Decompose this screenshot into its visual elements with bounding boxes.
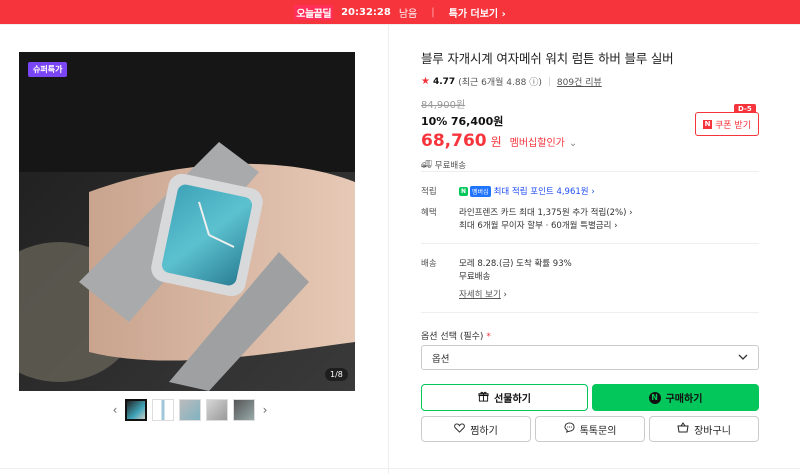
chevron-down-icon [738, 352, 748, 363]
divider [421, 243, 759, 244]
star-icon: ★ [421, 76, 430, 87]
thumbnail[interactable] [152, 399, 174, 421]
info-icon[interactable]: ⓘ) [529, 75, 542, 88]
delivery-label: 배송 [421, 259, 437, 269]
wishlist-label: 찜하기 [470, 425, 498, 437]
shipping-row: 🚚︎ 무료배송 [421, 159, 761, 171]
option-label-text: 옵션 선택 (필수) [421, 332, 484, 342]
final-price: 68,760 [421, 131, 487, 151]
required-mark: * [486, 332, 491, 342]
wishlist-button[interactable]: 찜하기 [421, 416, 531, 442]
delivery-eta: 모레 8.28.(금) 도착 확률 93% [459, 259, 572, 269]
image-counter: 1/8 [325, 368, 348, 381]
chevron-right-icon[interactable]: › [260, 403, 270, 417]
watch-photo [19, 52, 355, 391]
thumbnail-strip: ‹ › [110, 399, 270, 421]
thumbnail[interactable] [125, 399, 147, 421]
divider: | [547, 76, 551, 87]
chevron-right-icon: › [503, 290, 507, 300]
perks-label: 혜택 [421, 208, 437, 218]
gift-button[interactable]: 선물하기 [421, 384, 588, 411]
deal-banner: 오늘끝딜 20:32:28 남음 | 특가 더보기 › [0, 0, 800, 24]
chevron-right-icon: › [629, 208, 633, 218]
gift-label: 선물하기 [494, 394, 531, 405]
divider [0, 468, 800, 469]
discount-percent: 10% [421, 115, 448, 128]
talktalk-label: 톡톡문의 [579, 425, 617, 437]
heart-icon [454, 422, 465, 436]
divider [388, 25, 389, 474]
option-select[interactable]: 옵션 [421, 345, 759, 370]
deal-timer-suffix: 남음 [398, 8, 418, 20]
perks-line-1[interactable]: 라인프렌즈 카드 최대 1,375원 추가 적립(2%) › [459, 206, 633, 218]
deal-timer: 20:32:28 [341, 6, 391, 18]
thumbnail[interactable] [233, 399, 255, 421]
points-label: 적립 [421, 187, 437, 197]
option-label: 옵션 선택 (필수) * [421, 329, 491, 342]
coupon-button[interactable]: N 쿠폰 받기 [695, 112, 759, 136]
product-title: 블루 자개시계 여자메쉬 워치 럼튼 하버 블루 실버 [421, 51, 674, 66]
chevron-left-icon[interactable]: ‹ [110, 403, 120, 417]
membership-badge: 멤버십 [470, 186, 491, 197]
deal-more-link[interactable]: 특가 더보기 › [449, 5, 506, 20]
deal-more-label: 특가 더보기 [448, 8, 499, 20]
membership-price-label[interactable]: 멤버십할인가 [510, 134, 565, 149]
chat-bubble-icon [564, 422, 575, 436]
rating-score: 4.77 [432, 76, 456, 87]
perks-line-2[interactable]: 최대 6개월 무이자 할부 · 60개월 특별금리 › [459, 219, 618, 231]
chevron-right-icon: › [501, 8, 506, 20]
divider [421, 312, 759, 313]
naver-n-icon: N [703, 119, 712, 129]
delivery-detail-text: 자세히 보기 [459, 290, 501, 300]
thumbnail[interactable] [179, 399, 201, 421]
gift-icon [478, 391, 489, 405]
thumbnail[interactable] [206, 399, 228, 421]
basket-icon [677, 422, 689, 436]
chevron-right-icon: › [614, 221, 618, 231]
free-shipping-label: 무료배송 [434, 161, 467, 171]
product-info: 블루 자개시계 여자메쉬 워치 럼튼 하버 블루 실버 ★ 4.77 (최근 6… [421, 48, 761, 171]
product-main-image[interactable] [19, 52, 355, 391]
naver-pay-icon: N [648, 391, 661, 404]
points-text: 최대 적립 포인트 4,961원 [493, 187, 589, 197]
perks-text-1: 라인프렌즈 카드 최대 1,375원 추가 적립(2%) [459, 208, 627, 218]
delivery-fee: 무료배송 [459, 272, 491, 282]
original-price: 84,900원 [421, 100, 466, 111]
super-deal-badge: 슈퍼특가 [28, 62, 68, 77]
review-count-link[interactable]: 809건 리뷰 [557, 75, 602, 88]
deal-brand: 오늘끝딜 [294, 4, 334, 20]
truck-icon: 🚚︎ [421, 160, 432, 170]
final-price-unit: 원 [490, 135, 502, 149]
perks-text-2: 최대 6개월 무이자 할부 · 60개월 특별금리 [459, 221, 612, 231]
buy-button[interactable]: N 구매하기 [592, 384, 759, 411]
points-value[interactable]: N 멤버십 최대 적립 포인트 4,961원 › [459, 185, 595, 197]
chevron-down-icon[interactable]: ⌄ [569, 138, 577, 149]
talktalk-button[interactable]: 톡톡문의 [535, 416, 645, 442]
naver-n-icon: N [459, 187, 469, 196]
divider [421, 171, 759, 172]
cart-label: 장바구니 [694, 425, 731, 437]
coupon-label: 쿠폰 받기 [715, 120, 751, 131]
cart-button[interactable]: 장바구니 [649, 416, 759, 442]
rating-note: (최근 6개월 4.88 [458, 78, 527, 88]
chevron-right-icon: › [591, 187, 595, 197]
rating-row: ★ 4.77 (최근 6개월 4.88 ⓘ) | 809건 리뷰 [421, 75, 761, 88]
delivery-detail-link[interactable]: 자세히 보기 › [459, 288, 507, 300]
divider: | [431, 6, 435, 18]
buy-label: 구매하기 [665, 394, 703, 405]
option-select-value: 옵션 [432, 353, 450, 365]
discount-price: 76,400원 [450, 115, 504, 128]
